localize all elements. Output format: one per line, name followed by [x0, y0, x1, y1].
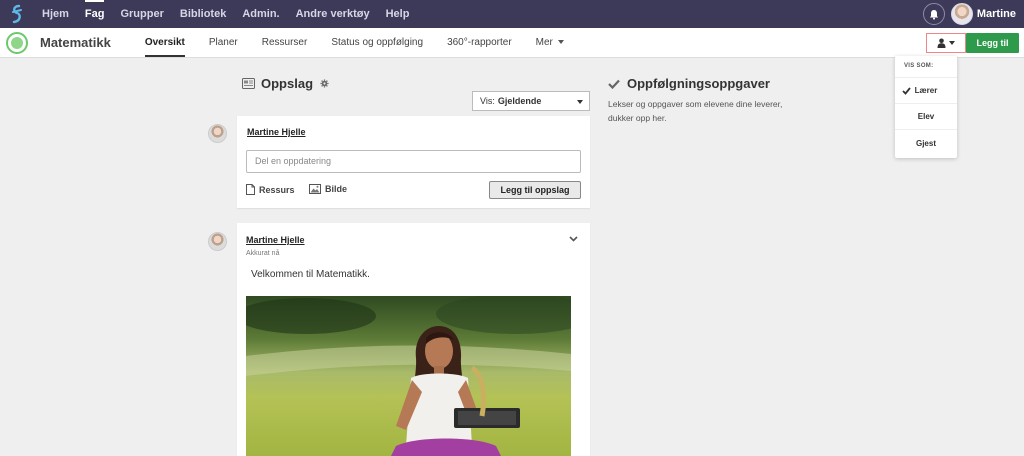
- role-option-laerer-label: Lærer: [914, 86, 938, 95]
- checkmark-icon: [608, 79, 620, 89]
- tab-oversikt[interactable]: Oversikt: [133, 28, 197, 58]
- chevron-down-icon: [949, 41, 955, 45]
- attach-image-button[interactable]: Bilde: [309, 184, 347, 194]
- role-option-gjest[interactable]: Gjest: [895, 130, 957, 156]
- document-icon: [246, 184, 255, 195]
- gear-icon[interactable]: [320, 79, 329, 88]
- tab-ressurser[interactable]: Ressurser: [250, 28, 320, 58]
- attach-image-label: Bilde: [325, 184, 348, 194]
- course-title[interactable]: Matematikk: [40, 35, 111, 50]
- itslearning-logo[interactable]: [0, 0, 34, 28]
- chevron-down-icon: [557, 39, 564, 44]
- followup-title-text: Oppfølgningsoppgaver: [627, 76, 770, 91]
- dropdown-header: VIS SOM:: [895, 56, 957, 78]
- followup-title: Oppfølgningsoppgaver: [608, 76, 770, 91]
- posts-header: Oppslag: [242, 76, 329, 91]
- post-body-text: Velkommen til Matematikk.: [251, 269, 370, 280]
- nav-hjem[interactable]: Hjem: [34, 0, 77, 28]
- nav-andre-verktoy[interactable]: Andre verktøy: [288, 0, 378, 28]
- course-icon: [6, 31, 28, 54]
- role-option-laerer[interactable]: Lærer: [895, 78, 957, 104]
- add-post-button[interactable]: Legg til oppslag: [489, 181, 581, 199]
- filter-value: Gjeldende: [497, 96, 542, 106]
- post-card: Martine Hjelle Akkurat nå Velkommen til …: [237, 223, 590, 456]
- posts-filter-select[interactable]: Vis: Gjeldende: [472, 91, 590, 111]
- top-navigation-bar: Hjem Fag Grupper Bibliotek Admin. Andre …: [0, 0, 1024, 28]
- course-navigation-bar: Matematikk Oversikt Planer Ressurser Sta…: [0, 28, 1024, 58]
- add-button[interactable]: Legg til: [966, 33, 1019, 53]
- attach-resource-button[interactable]: Ressurs: [246, 184, 295, 195]
- nav-fag[interactable]: Fag: [77, 0, 113, 28]
- chevron-down-icon: [577, 100, 583, 104]
- post-timestamp: Akkurat nå: [246, 250, 280, 257]
- user-icon: [937, 38, 946, 48]
- followup-description: Lekser og oppgaver som elevene dine leve…: [608, 99, 783, 123]
- chevron-down-icon[interactable]: [569, 236, 578, 242]
- user-name[interactable]: Martine: [977, 8, 1016, 20]
- share-update-input[interactable]: Del en oppdatering: [246, 150, 581, 173]
- image-icon: [309, 184, 321, 194]
- tab-mer-label: Mer: [535, 36, 553, 48]
- post-image[interactable]: [246, 296, 571, 456]
- tab-status-og-oppfolging[interactable]: Status og oppfølging: [319, 28, 435, 58]
- nav-admin[interactable]: Admin.: [234, 0, 287, 28]
- compose-post-card: Martine Hjelle Del en oppdatering Ressur…: [237, 116, 590, 208]
- nav-help[interactable]: Help: [378, 0, 418, 28]
- tab-mer[interactable]: Mer: [524, 28, 576, 58]
- view-as-role-button[interactable]: [926, 33, 966, 53]
- author-avatar: [208, 232, 227, 251]
- filter-label: Vis:: [480, 96, 495, 106]
- compose-author-name[interactable]: Martine Hjelle: [247, 127, 306, 137]
- role-option-elev[interactable]: Elev: [895, 104, 957, 130]
- tab-360-rapporter[interactable]: 360°-rapporter: [435, 28, 524, 58]
- posts-title: Oppslag: [261, 76, 314, 91]
- nav-bibliotek[interactable]: Bibliotek: [172, 0, 234, 28]
- notifications-bell-icon[interactable]: [922, 3, 945, 25]
- nav-grupper[interactable]: Grupper: [112, 0, 171, 28]
- user-avatar[interactable]: [950, 3, 973, 25]
- tab-planer[interactable]: Planer: [197, 28, 250, 58]
- view-as-dropdown: VIS SOM: Lærer Elev Gjest: [895, 56, 957, 158]
- bulletin-icon: [242, 78, 255, 89]
- author-avatar: [208, 124, 227, 143]
- post-author-name[interactable]: Martine Hjelle: [246, 235, 305, 245]
- checkmark-icon: [902, 87, 911, 95]
- attach-resource-label: Ressurs: [259, 184, 295, 195]
